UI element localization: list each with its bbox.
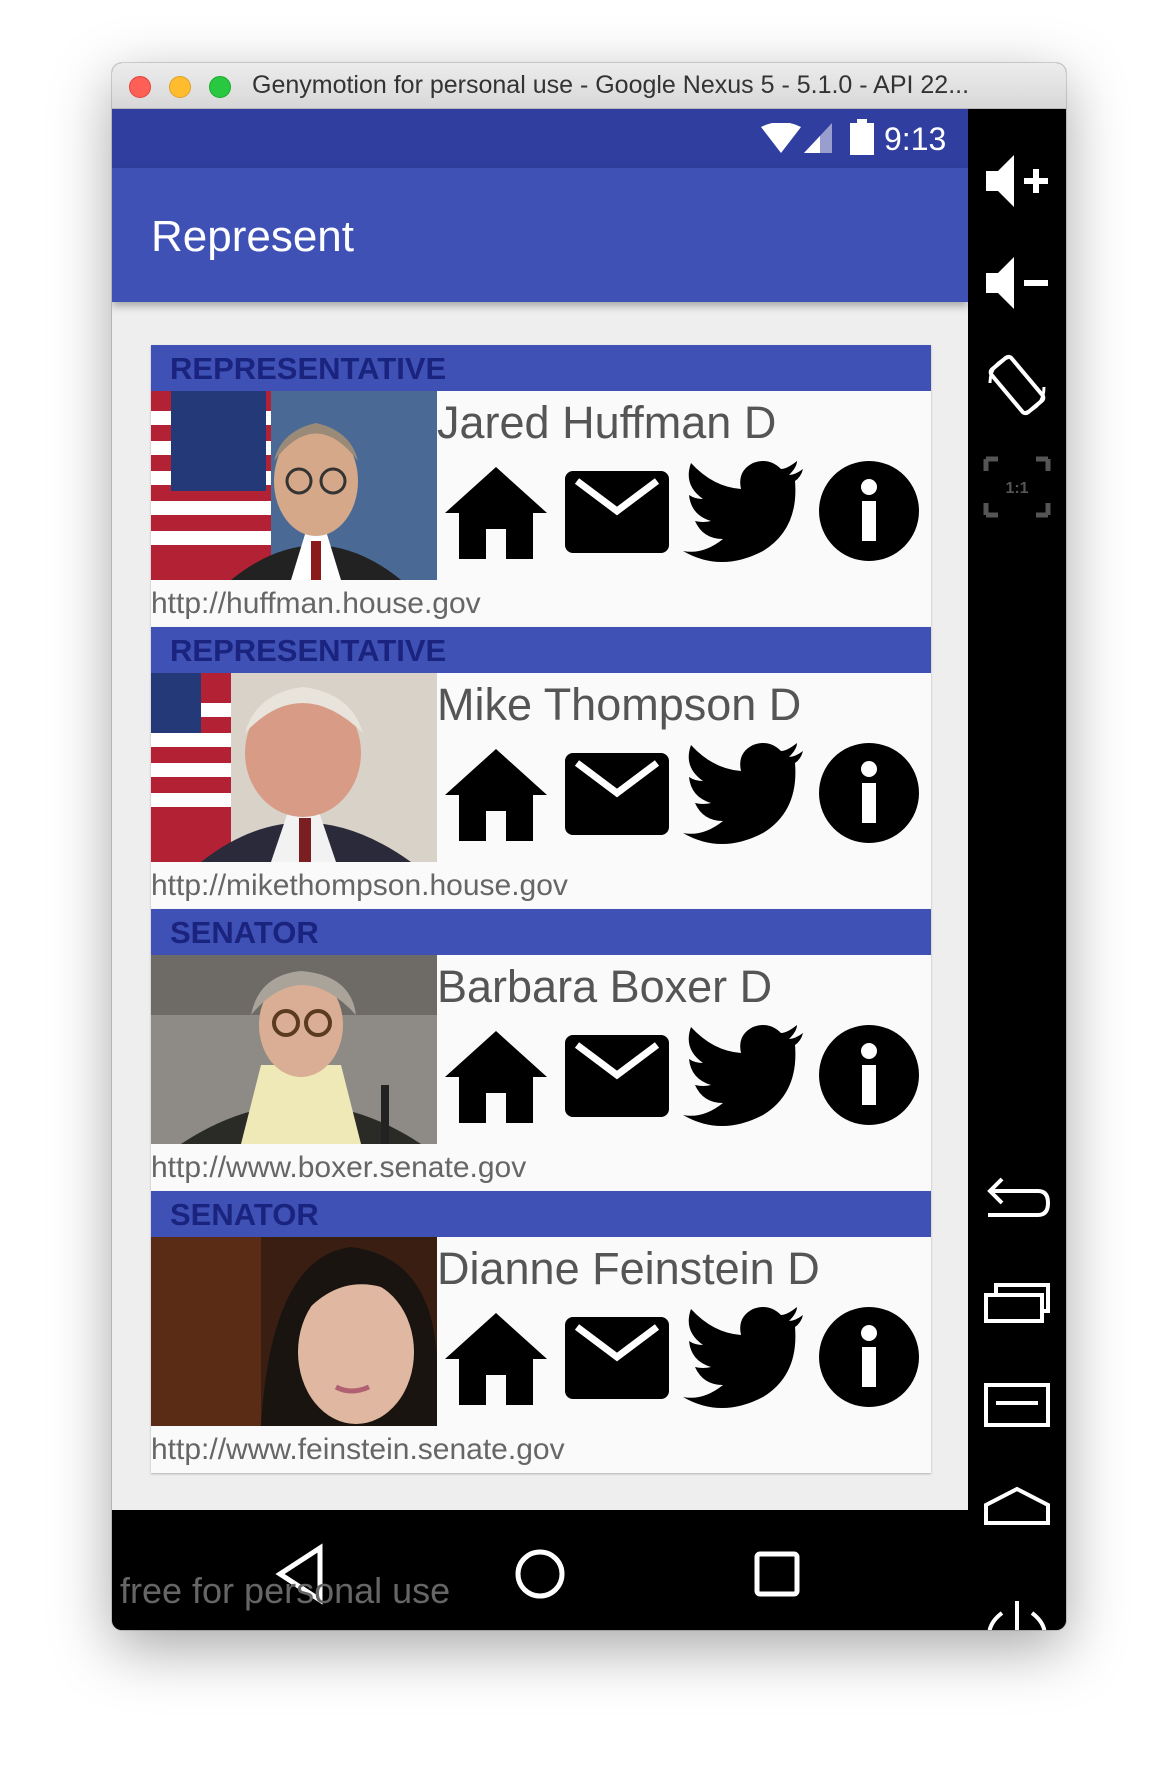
info-icon[interactable] <box>817 741 921 845</box>
rep-card[interactable]: SENATOR Dianne Feinstein D http://www.fe… <box>151 1191 931 1473</box>
status-time: 9:13 <box>884 121 947 157</box>
status-bar: 9:13 <box>112 109 968 168</box>
back-icon[interactable] <box>982 1169 1052 1233</box>
rep-card[interactable]: REPRESENTATIVE Mike Thompson D http://mi… <box>151 627 931 909</box>
battery-icon <box>850 119 874 155</box>
volume-up-icon[interactable] <box>982 149 1052 213</box>
minimize-window-button[interactable] <box>169 76 191 98</box>
rep-name: Dianne Feinstein D <box>437 1243 820 1294</box>
card-role: REPRESENTATIVE <box>170 351 447 386</box>
window-title: Genymotion for personal use - Google Nex… <box>252 71 970 99</box>
rep-photo <box>151 955 437 1144</box>
home-icon[interactable] <box>441 459 551 563</box>
zoom-window-button[interactable] <box>209 76 231 98</box>
twitter-icon[interactable] <box>681 1023 805 1127</box>
zoom-label: 1:1 <box>1005 480 1028 497</box>
phone-screen: 9:13 Represent REPRESENTATIVE Jared Huff… <box>112 109 968 1510</box>
rep-website-link[interactable]: http://www.boxer.senate.gov <box>151 1151 526 1185</box>
mail-icon[interactable] <box>563 1023 671 1127</box>
card-header: REPRESENTATIVE <box>151 627 931 673</box>
pixel-perfect-icon[interactable]: 1:1 <box>982 455 1052 519</box>
rep-photo <box>151 391 437 580</box>
wifi-icon <box>761 123 801 153</box>
twitter-icon[interactable] <box>681 459 805 563</box>
rep-photo <box>151 1237 437 1426</box>
info-icon[interactable] <box>817 1305 921 1409</box>
power-icon[interactable] <box>982 1599 1052 1630</box>
home-icon[interactable] <box>441 1023 551 1127</box>
rep-name: Barbara Boxer D <box>437 961 773 1012</box>
rep-website-link[interactable]: http://mikethompson.house.gov <box>151 869 568 903</box>
twitter-icon[interactable] <box>681 741 805 845</box>
home-button-icon[interactable] <box>982 1475 1052 1539</box>
card-role: SENATOR <box>170 915 319 950</box>
rep-website-link[interactable]: http://www.feinstein.senate.gov <box>151 1433 565 1467</box>
card-header: REPRESENTATIVE <box>151 345 931 391</box>
rep-card[interactable]: SENATOR Barbara Boxer D http://www.boxer… <box>151 909 931 1191</box>
info-icon[interactable] <box>817 1023 921 1127</box>
emulator-window: Genymotion for personal use - Google Nex… <box>112 63 1066 1630</box>
menu-icon[interactable] <box>982 1373 1052 1437</box>
home-icon[interactable] <box>441 741 551 845</box>
home-icon[interactable] <box>441 1305 551 1409</box>
card-role: REPRESENTATIVE <box>170 633 447 668</box>
card-role: SENATOR <box>170 1197 319 1232</box>
watermark-text: free for personal use <box>120 1570 451 1611</box>
rotate-icon[interactable] <box>982 353 1052 417</box>
rep-name: Mike Thompson D <box>437 679 802 730</box>
app-bar: Represent <box>112 168 968 302</box>
nav-home-icon[interactable] <box>500 1534 580 1614</box>
recent-apps-icon[interactable] <box>982 1271 1052 1335</box>
nav-recents-icon[interactable] <box>737 1534 817 1614</box>
window-titlebar: Genymotion for personal use - Google Nex… <box>112 63 1066 109</box>
app-title: Represent <box>151 212 355 261</box>
android-nav-bar: free for personal use <box>112 1510 968 1630</box>
mail-icon[interactable] <box>563 1305 671 1409</box>
mail-icon[interactable] <box>563 741 671 845</box>
rep-photo <box>151 673 437 862</box>
cell-signal-icon <box>804 123 832 153</box>
info-icon[interactable] <box>817 459 921 563</box>
rep-name: Jared Huffman D <box>437 397 777 448</box>
volume-down-icon[interactable] <box>982 251 1052 315</box>
rep-website-link[interactable]: http://huffman.house.gov <box>151 587 481 621</box>
card-header: SENATOR <box>151 1191 931 1237</box>
rep-card[interactable]: REPRESENTATIVE Jared Huffman D http://hu… <box>151 345 931 627</box>
close-window-button[interactable] <box>129 76 151 98</box>
mail-icon[interactable] <box>563 459 671 563</box>
emulator-side-panel: 1:1 <box>968 109 1066 1630</box>
card-header: SENATOR <box>151 909 931 955</box>
twitter-icon[interactable] <box>681 1305 805 1409</box>
